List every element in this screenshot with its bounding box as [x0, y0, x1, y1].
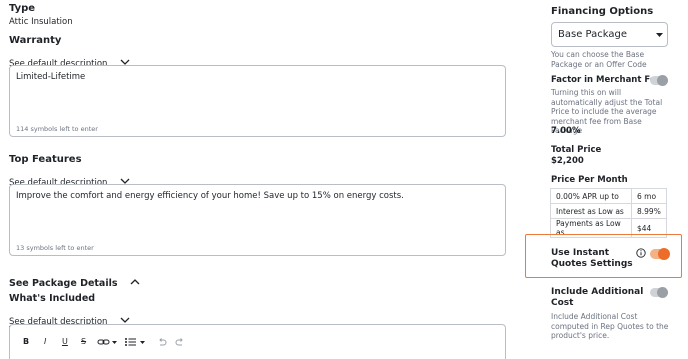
info-icon[interactable]: [636, 248, 646, 258]
additional-cost-label: Include Additional Cost: [551, 287, 644, 308]
whats-included-editor[interactable]: B I U S: [9, 324, 506, 359]
link-icon[interactable]: [97, 338, 119, 347]
merchant-fee-label: Factor in Merchant Fee: [551, 75, 662, 85]
redo-icon[interactable]: [175, 337, 185, 347]
undo-icon[interactable]: [157, 337, 167, 347]
price-row-value: 8.99%: [631, 203, 667, 219]
warranty-heading: Warranty: [9, 35, 62, 46]
underline-button[interactable]: U: [62, 337, 68, 346]
merchant-fee-toggle[interactable]: [650, 75, 668, 86]
price-row-name: 0.00% APR up to: [550, 188, 632, 204]
italic-button[interactable]: I: [44, 337, 46, 346]
price-per-month-table: 0.00% APR up to 6 mo Interest as Low as …: [550, 188, 667, 238]
total-price-label: Total Price: [551, 145, 602, 155]
bold-button[interactable]: B: [23, 337, 29, 346]
package-details-label[interactable]: See Package Details: [9, 278, 118, 289]
total-price-value: $2,200: [551, 156, 584, 166]
warranty-text: Limited-Lifetime: [16, 72, 86, 82]
warranty-textarea[interactable]: Limited-Lifetime 114 symbols left to ent…: [9, 65, 506, 137]
instant-quotes-toggle[interactable]: [650, 248, 670, 260]
type-value: Attic Insulation: [9, 17, 73, 27]
whats-included-heading: What's Included: [9, 293, 96, 304]
table-row: Interest as Low as 8.99%: [550, 203, 667, 219]
financing-heading: Financing Options: [551, 6, 654, 17]
strikethrough-button[interactable]: S: [81, 337, 86, 346]
top-features-heading: Top Features: [9, 154, 82, 165]
price-row-name: Interest as Low as: [550, 203, 632, 219]
warranty-counter: 114 symbols left to enter: [16, 125, 98, 133]
list-icon[interactable]: [124, 337, 148, 347]
financing-select[interactable]: Base Package: [551, 22, 668, 47]
table-row: 0.00% APR up to 6 mo: [550, 188, 667, 204]
merchant-fee-value: 7.00%: [551, 126, 581, 136]
price-row-value: 6 mo: [631, 188, 667, 204]
instant-quotes-label: Use Instant Quotes Settings: [551, 248, 633, 269]
top-features-text: Improve the comfort and energy efficienc…: [16, 191, 404, 201]
chevron-up-icon[interactable]: [129, 277, 141, 287]
type-heading: Type: [9, 3, 36, 14]
additional-cost-description: Include Additional Cost computed in Rep …: [551, 312, 669, 340]
financing-hint: You can choose the Base Package or an Of…: [551, 50, 647, 69]
top-features-textarea[interactable]: Improve the comfort and energy efficienc…: [9, 184, 506, 256]
price-per-month-label: Price Per Month: [551, 175, 628, 185]
additional-cost-toggle[interactable]: [650, 287, 668, 298]
caret-down-icon[interactable]: [656, 33, 663, 38]
financing-selected: Base Package: [558, 29, 627, 40]
package-details-toggle[interactable]: See Package Details: [9, 271, 141, 290]
top-features-counter: 13 symbols left to enter: [16, 244, 94, 252]
